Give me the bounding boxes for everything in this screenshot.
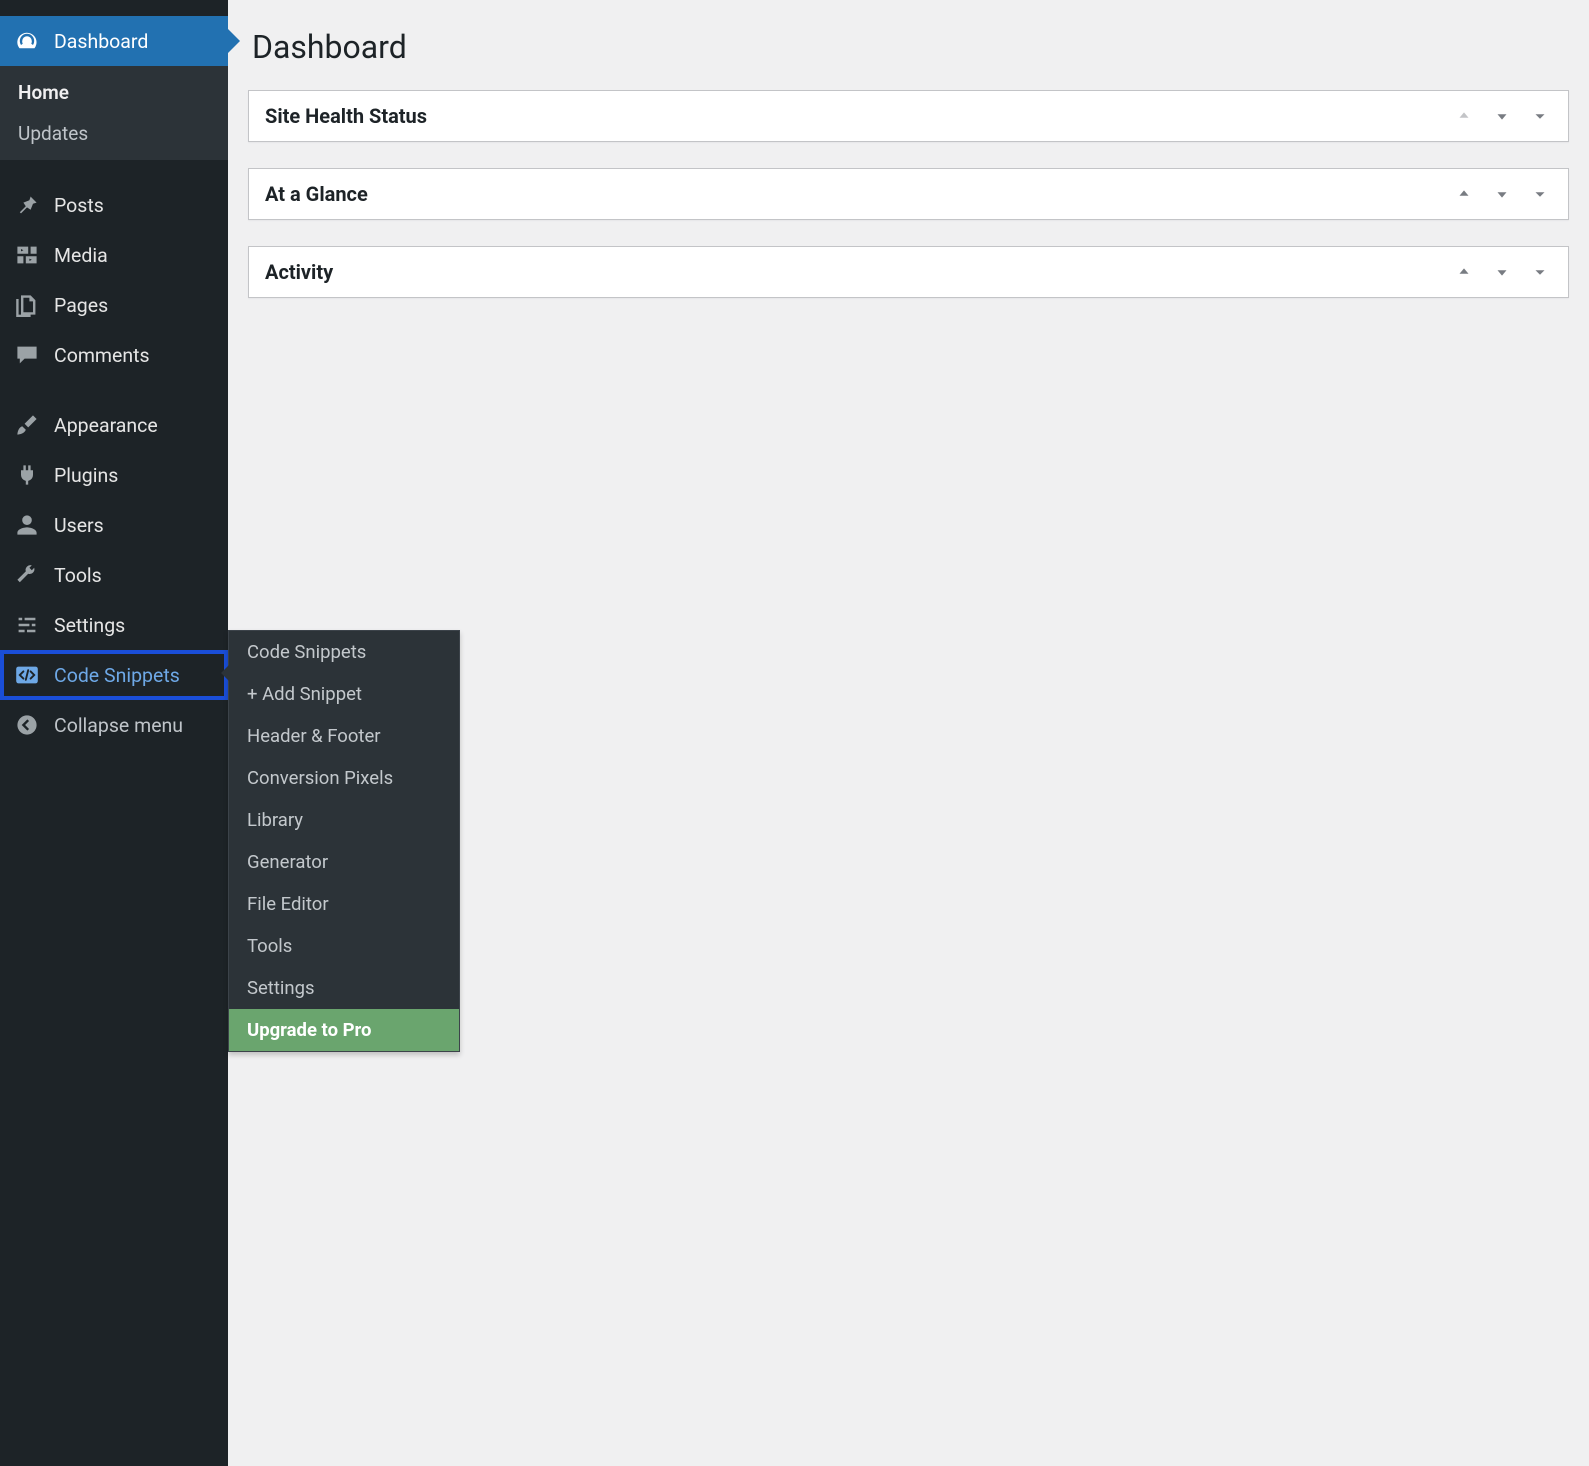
- postbox-header: At a Glance: [249, 169, 1568, 219]
- postbox-title: Activity: [265, 260, 333, 284]
- sidebar-item-label: Plugins: [54, 464, 216, 487]
- toggle-icon[interactable]: [1528, 182, 1552, 206]
- sidebar-item-media[interactable]: Media: [0, 230, 228, 280]
- flyout-item-conversion-pixels[interactable]: Conversion Pixels: [229, 757, 459, 799]
- sidebar-item-settings[interactable]: Settings: [0, 600, 228, 650]
- postbox-site-health: Site Health Status: [248, 90, 1569, 142]
- postbox-actions: [1452, 260, 1552, 284]
- move-up-icon[interactable]: [1452, 182, 1476, 206]
- code-snippets-flyout: Code Snippets + Add Snippet Header & Foo…: [228, 630, 460, 1052]
- sidebar-item-label: Media: [54, 244, 216, 267]
- postbox-activity: Activity: [248, 246, 1569, 298]
- pages-icon: [14, 292, 40, 318]
- dashboard-submenu: Home Updates: [0, 66, 228, 160]
- move-down-icon[interactable]: [1490, 104, 1514, 128]
- postbox-header: Site Health Status: [249, 91, 1568, 141]
- sidebar-item-label: Appearance: [54, 414, 216, 437]
- sidebar-item-label: Code Snippets: [54, 664, 216, 687]
- move-down-icon[interactable]: [1490, 182, 1514, 206]
- postbox-title: At a Glance: [265, 182, 368, 206]
- pin-icon: [14, 192, 40, 218]
- sidebar-separator: [0, 160, 228, 180]
- sidebar-separator: [0, 380, 228, 400]
- toggle-icon[interactable]: [1528, 260, 1552, 284]
- flyout-item-code-snippets[interactable]: Code Snippets: [229, 631, 459, 673]
- active-arrow-icon: [228, 29, 240, 53]
- sidebar-item-label: Posts: [54, 194, 216, 217]
- wrench-icon: [14, 562, 40, 588]
- postbox-at-a-glance: At a Glance: [248, 168, 1569, 220]
- sidebar-item-users[interactable]: Users: [0, 500, 228, 550]
- sidebar-item-comments[interactable]: Comments: [0, 330, 228, 380]
- submenu-item-updates[interactable]: Updates: [0, 113, 228, 154]
- admin-sidebar: Dashboard Home Updates Posts Media Pages: [0, 0, 228, 1466]
- flyout-item-header-footer[interactable]: Header & Footer: [229, 715, 459, 757]
- sidebar-item-label: Pages: [54, 294, 216, 317]
- postbox-actions: [1452, 182, 1552, 206]
- sidebar-item-label: Collapse menu: [54, 714, 216, 737]
- move-up-icon[interactable]: [1452, 260, 1476, 284]
- plug-icon: [14, 462, 40, 488]
- collapse-icon: [14, 712, 40, 738]
- users-icon: [14, 512, 40, 538]
- move-up-icon: [1452, 104, 1476, 128]
- sidebar-item-appearance[interactable]: Appearance: [0, 400, 228, 450]
- sidebar-item-label: Comments: [54, 344, 216, 367]
- postbox-title: Site Health Status: [265, 104, 427, 128]
- sidebar-item-label: Settings: [54, 614, 216, 637]
- flyout-item-tools[interactable]: Tools: [229, 925, 459, 967]
- flyout-arrow-icon: [221, 665, 229, 681]
- sidebar-topbar: [0, 0, 228, 16]
- postbox-actions: [1452, 104, 1552, 128]
- code-icon: [14, 662, 40, 688]
- sidebar-item-dashboard[interactable]: Dashboard: [0, 16, 228, 66]
- sidebar-collapse-menu[interactable]: Collapse menu: [0, 700, 228, 750]
- dashboard-icon: [14, 28, 40, 54]
- postbox-header: Activity: [249, 247, 1568, 297]
- media-icon: [14, 242, 40, 268]
- sidebar-item-tools[interactable]: Tools: [0, 550, 228, 600]
- flyout-item-add-snippet[interactable]: + Add Snippet: [229, 673, 459, 715]
- comments-icon: [14, 342, 40, 368]
- flyout-item-file-editor[interactable]: File Editor: [229, 883, 459, 925]
- submenu-item-home[interactable]: Home: [0, 72, 228, 113]
- toggle-icon[interactable]: [1528, 104, 1552, 128]
- sidebar-item-plugins[interactable]: Plugins: [0, 450, 228, 500]
- flyout-item-upgrade[interactable]: Upgrade to Pro: [229, 1009, 459, 1051]
- sliders-icon: [14, 612, 40, 638]
- page-title: Dashboard: [252, 28, 1569, 66]
- sidebar-item-label: Dashboard: [54, 30, 216, 53]
- flyout-item-library[interactable]: Library: [229, 799, 459, 841]
- brush-icon: [14, 412, 40, 438]
- sidebar-item-label: Users: [54, 514, 216, 537]
- sidebar-item-label: Tools: [54, 564, 216, 587]
- sidebar-item-code-snippets[interactable]: Code Snippets: [0, 650, 228, 700]
- flyout-item-generator[interactable]: Generator: [229, 841, 459, 883]
- move-down-icon[interactable]: [1490, 260, 1514, 284]
- flyout-item-settings[interactable]: Settings: [229, 967, 459, 1009]
- sidebar-item-posts[interactable]: Posts: [0, 180, 228, 230]
- sidebar-item-pages[interactable]: Pages: [0, 280, 228, 330]
